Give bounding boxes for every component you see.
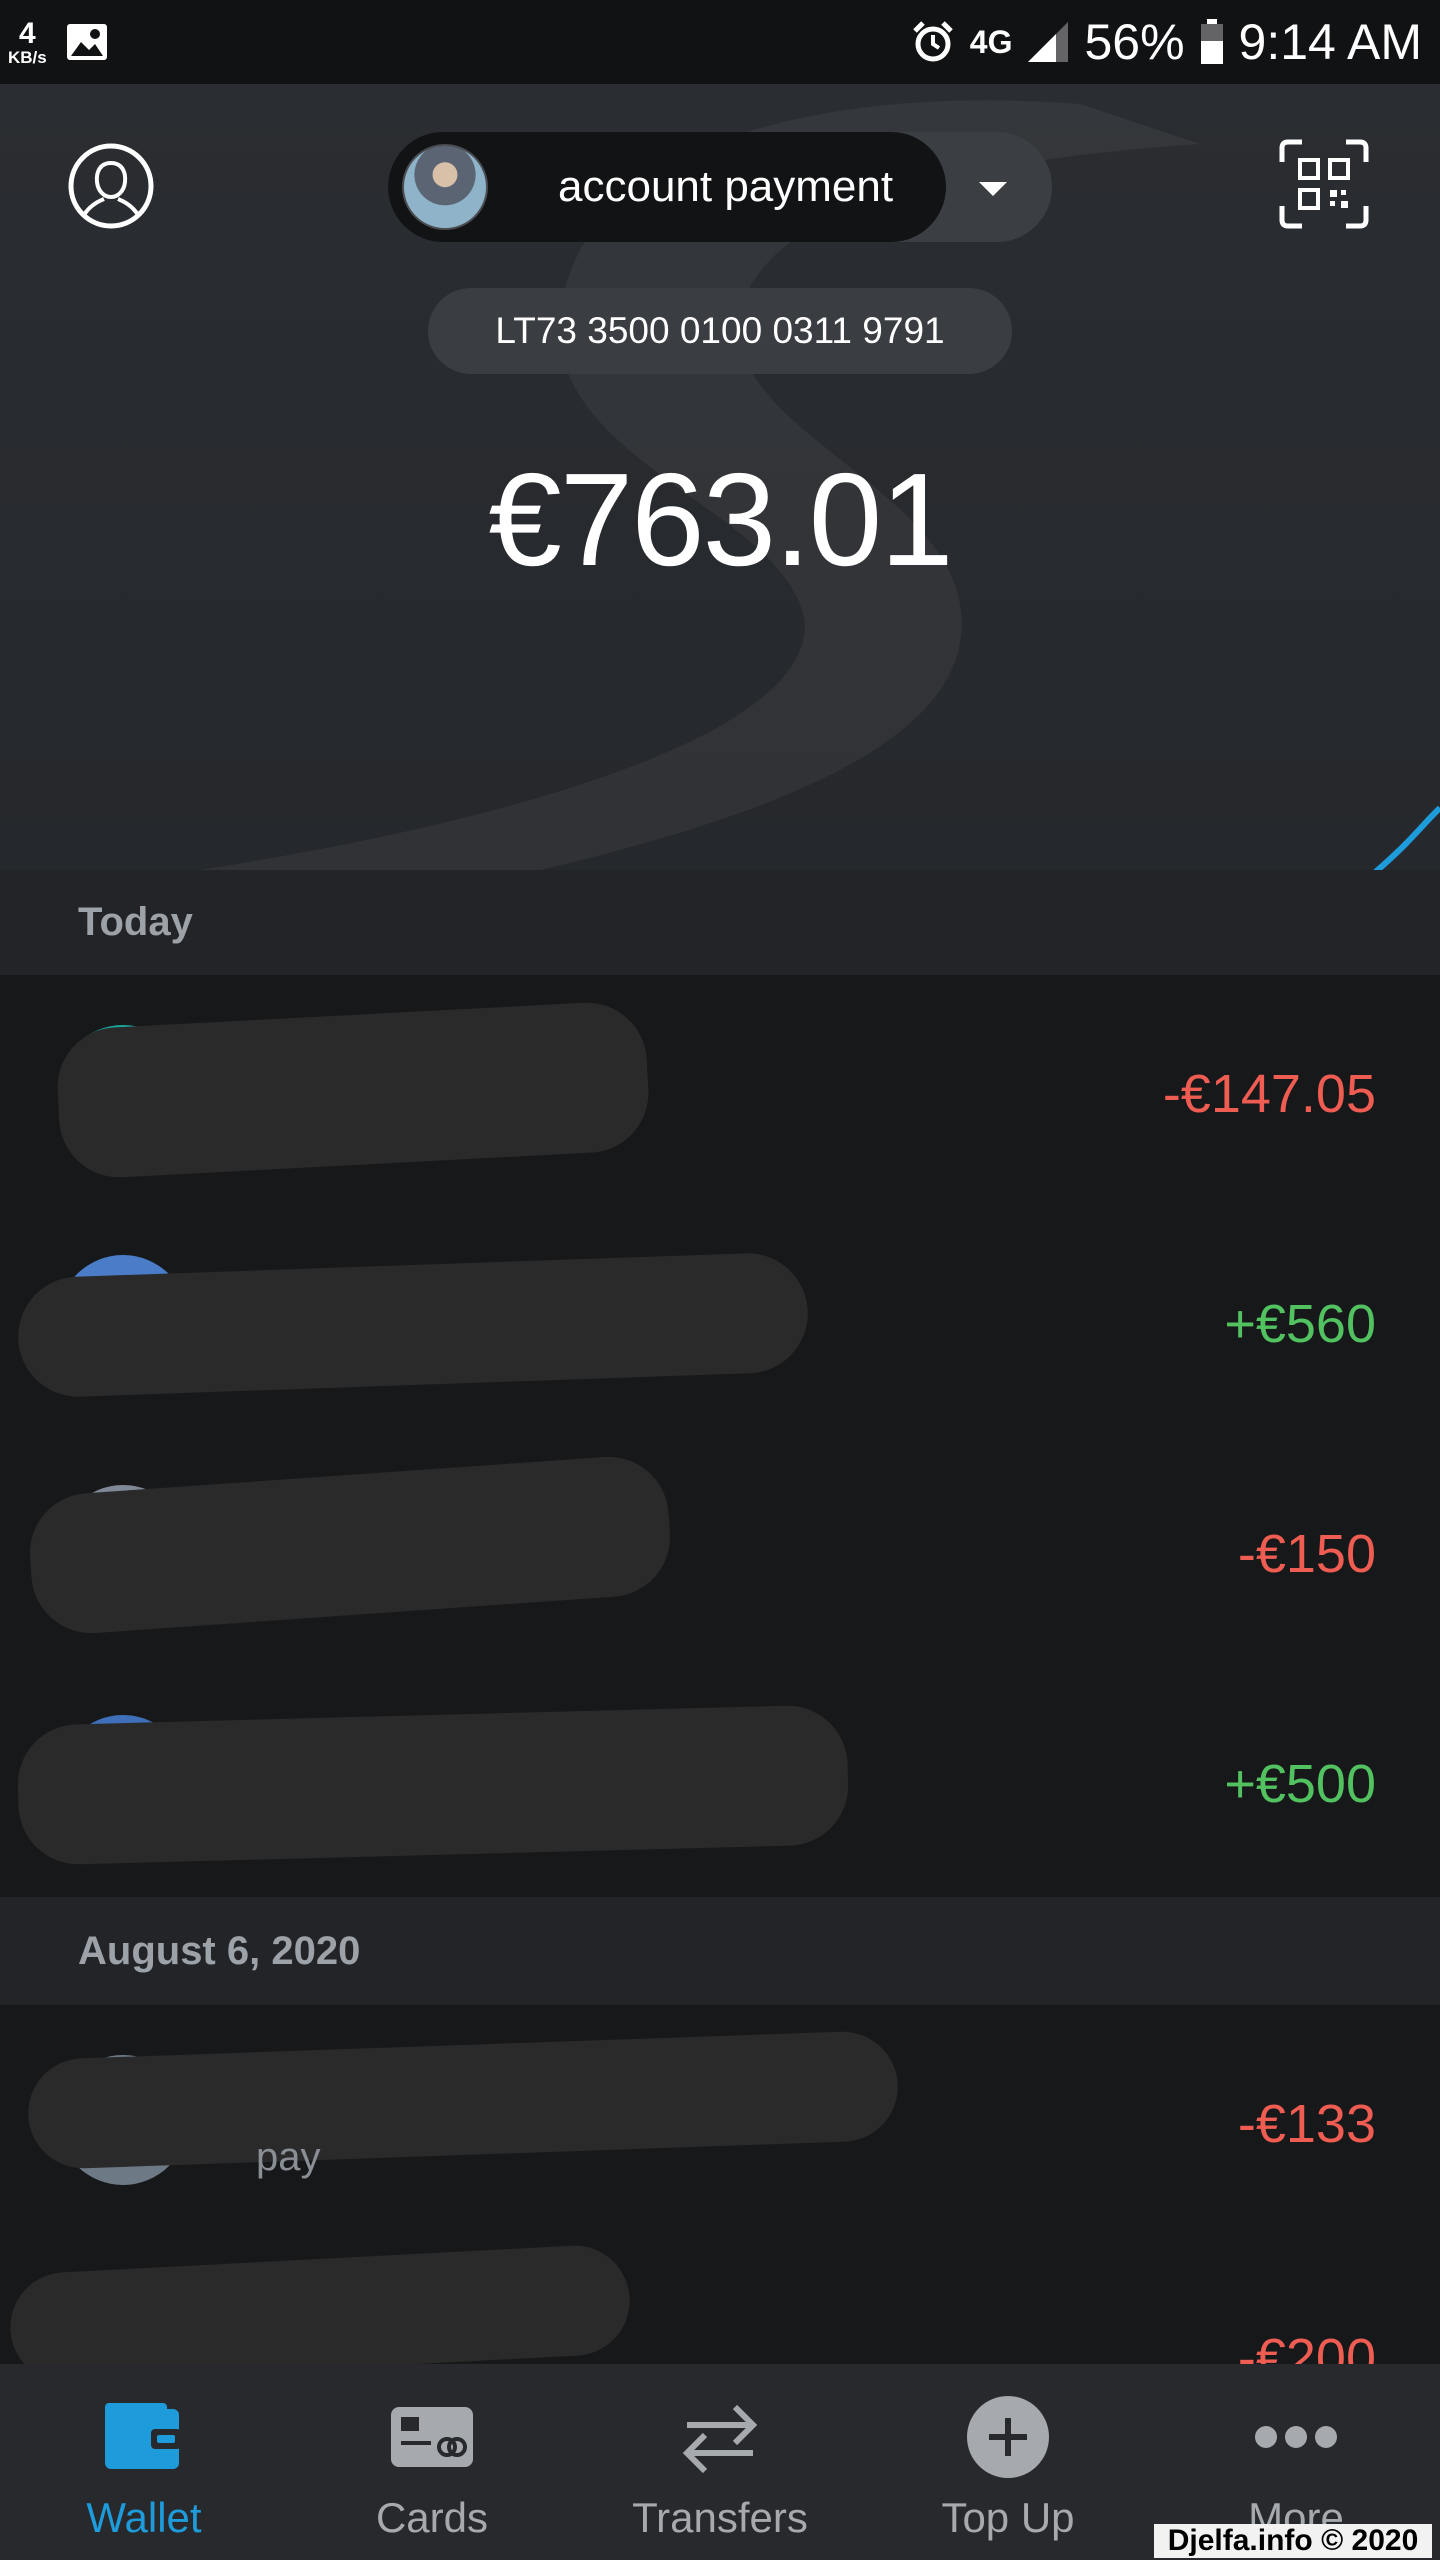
card-icon: [391, 2407, 473, 2467]
clock: 9:14 AM: [1238, 14, 1422, 70]
transaction-row[interactable]: -€150: [0, 1435, 1440, 1665]
nav-cards[interactable]: Cards: [288, 2364, 576, 2560]
transaction-row[interactable]: -€147.05: [0, 975, 1440, 1205]
network-speed-unit: KB/s: [8, 47, 47, 67]
date-section-header: August 6, 2020: [0, 1897, 1440, 2005]
balance-trend-line: [1373, 805, 1440, 870]
network-speed-value: 4: [19, 16, 36, 50]
account-header: account payment LT73 3500 0100 0311 9791…: [0, 84, 1440, 870]
nav-label: Top Up: [941, 2494, 1075, 2541]
watermark: Djelfa.info © 2020: [1154, 2524, 1432, 2558]
wallet-icon: [105, 2403, 181, 2469]
transaction-row[interactable]: -€200: [0, 2235, 1440, 2364]
account-balance: €763.01: [488, 446, 953, 593]
alarm-icon: [913, 21, 953, 62]
gallery-icon: [66, 24, 107, 60]
transaction-amount: -€133: [1237, 2094, 1376, 2154]
more-dots-icon: [1255, 2426, 1337, 2448]
chevron-down-icon[interactable]: [973, 168, 1013, 208]
redaction-mark: [54, 999, 652, 1181]
redaction-mark: [16, 1704, 850, 1866]
transaction-row[interactable]: +€500: [0, 1665, 1440, 1897]
network-type: 4G: [969, 23, 1013, 60]
date-section-label: August 6, 2020: [78, 1928, 361, 1973]
network-speed: 4 KB/s: [8, 16, 47, 67]
battery-icon: [1200, 19, 1223, 64]
date-section-header: Today: [0, 870, 1440, 975]
nav-top-up[interactable]: Top Up: [864, 2364, 1152, 2560]
profile-button[interactable]: [66, 141, 156, 231]
transaction-amount: +€560: [1224, 1294, 1376, 1354]
plus-circle-icon: [967, 2396, 1049, 2478]
status-bar: 4 KB/s 4G 56% 9:14 AM: [0, 0, 1440, 84]
transaction-amount: -€150: [1237, 1524, 1376, 1584]
transaction-row[interactable]: +€560: [0, 1205, 1440, 1435]
nav-wallet[interactable]: Wallet: [0, 2364, 288, 2560]
date-section-label: Today: [78, 900, 193, 944]
transaction-amount: +€500: [1224, 1754, 1376, 1814]
account-selector[interactable]: account payment: [388, 132, 1052, 242]
nav-label: Cards: [375, 2494, 489, 2541]
nav-label: Wallet: [86, 2494, 202, 2541]
qr-code-icon: [1279, 139, 1369, 229]
user-icon: [68, 143, 154, 229]
nav-transfers[interactable]: Transfers: [576, 2364, 864, 2560]
iban-text: LT73 3500 0100 0311 9791: [495, 310, 945, 351]
transaction-amount: -€200: [1237, 2328, 1376, 2364]
nav-label: Transfers: [632, 2494, 808, 2541]
redaction-mark: [25, 1452, 675, 1638]
redaction-mark: [26, 2029, 900, 2171]
transaction-amount: -€147.05: [1162, 1064, 1376, 1124]
account-name: account payment: [558, 162, 894, 211]
redaction-mark: [7, 2242, 633, 2364]
transaction-subtitle: pay: [256, 2135, 321, 2179]
battery-percent: 56%: [1084, 14, 1185, 70]
transaction-row[interactable]: pay -€133: [0, 2005, 1440, 2235]
account-avatar: [402, 144, 488, 230]
qr-scanner-button[interactable]: [1278, 138, 1370, 230]
iban-label[interactable]: LT73 3500 0100 0311 9791: [428, 288, 1012, 374]
signal-icon: [1028, 22, 1069, 62]
transfer-arrows-icon: [682, 2404, 758, 2474]
